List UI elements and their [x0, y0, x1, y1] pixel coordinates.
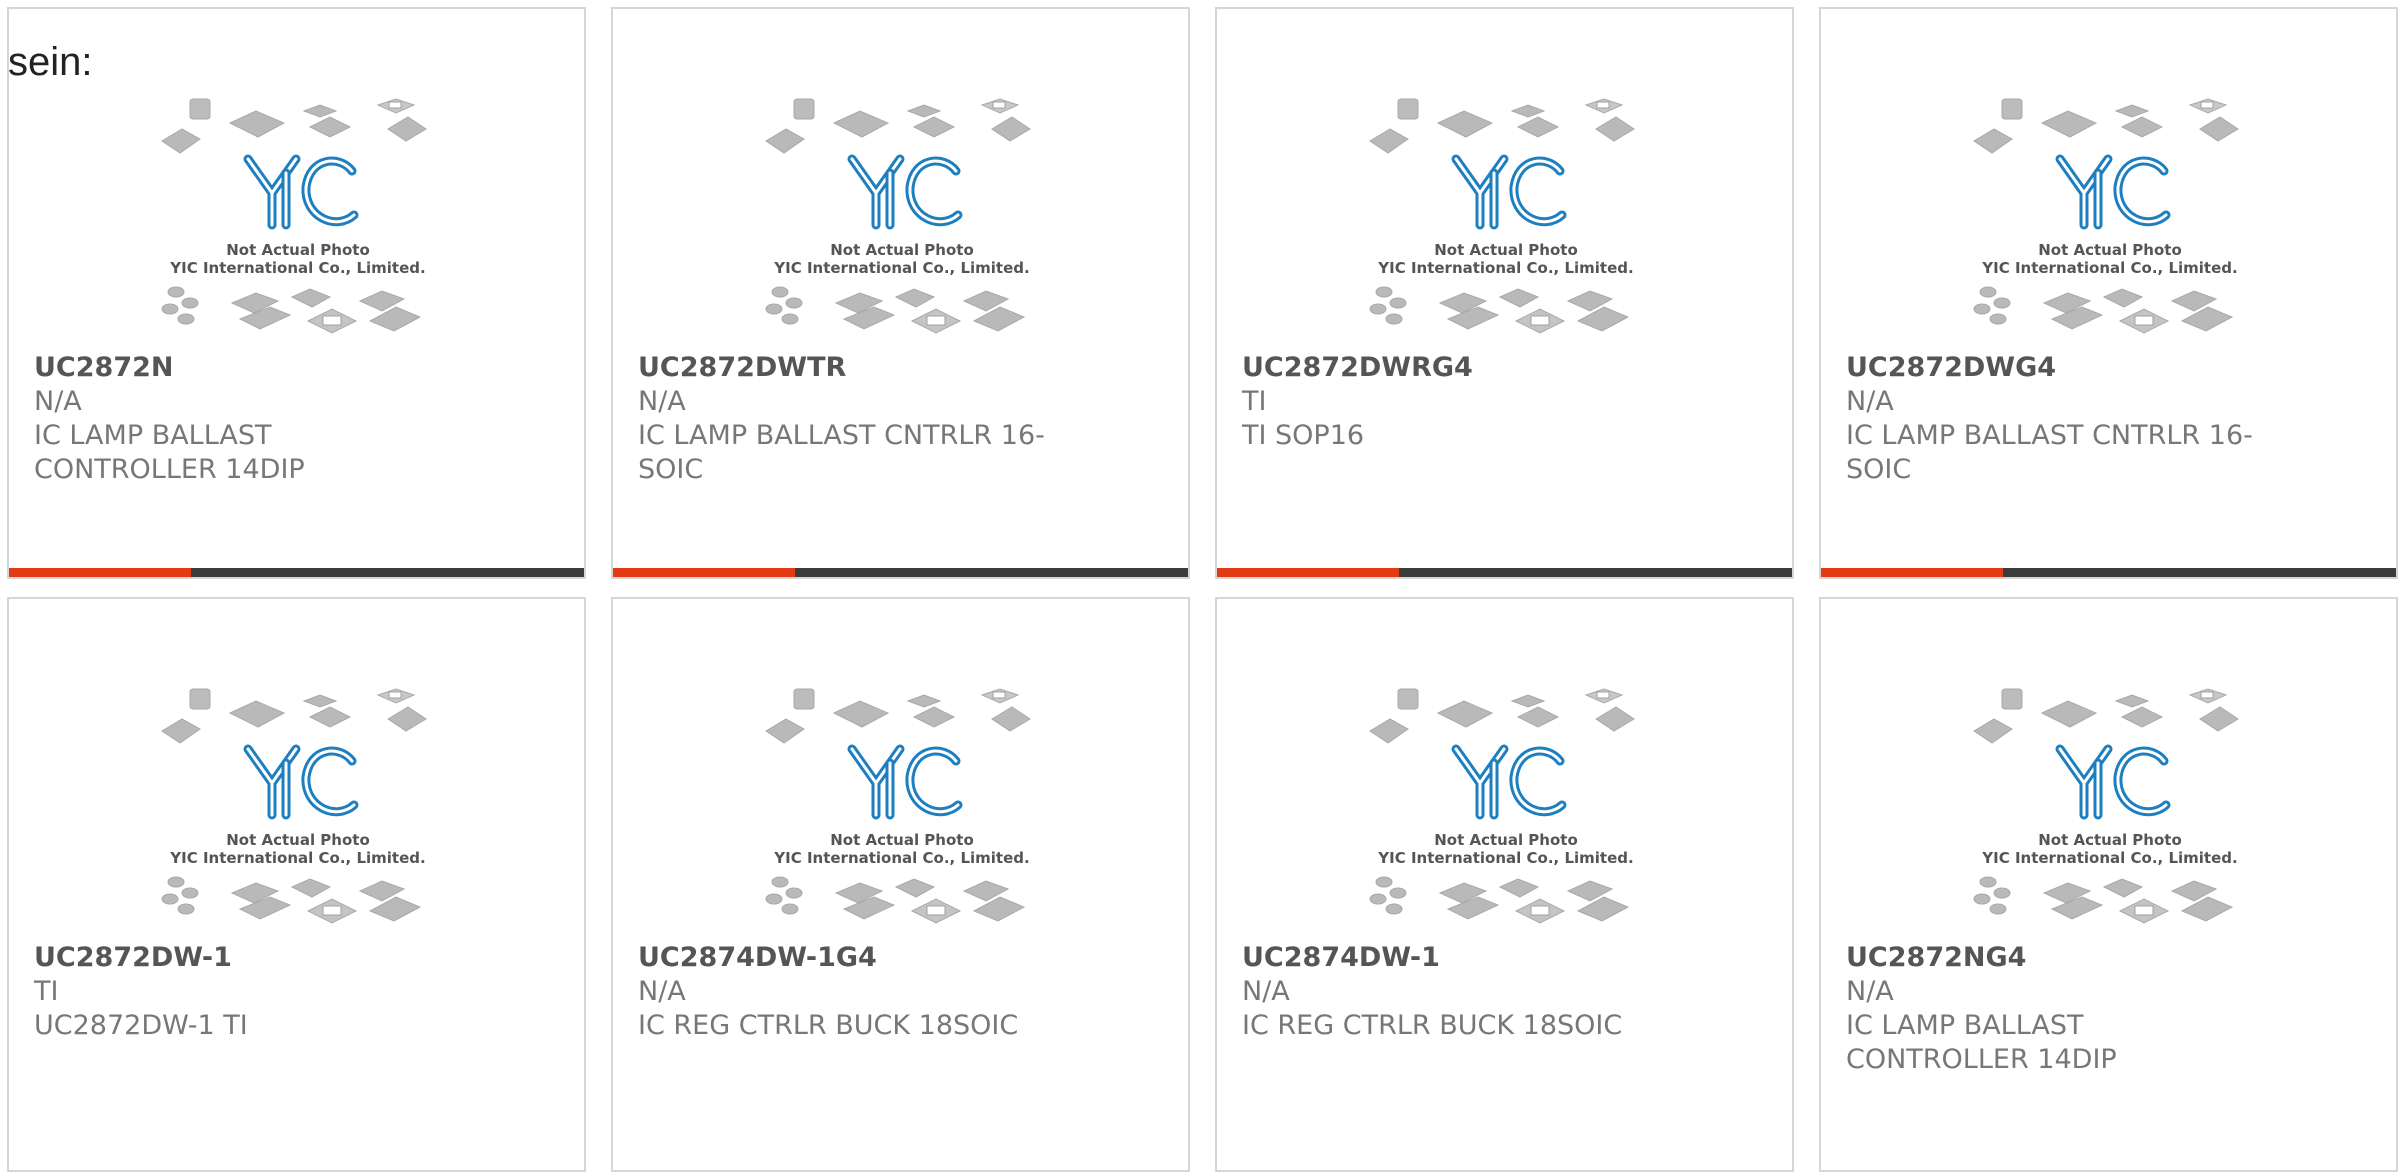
part-number[interactable]: UC2872DWG4: [1846, 351, 2371, 385]
product-card[interactable]: Not Actual Photo YIC International Co., …: [1215, 7, 1794, 579]
product-description: IC LAMP BALLAST CNTRLR 16-SOIC: [1846, 420, 2253, 485]
card-bottom-bar: [1217, 568, 1792, 577]
not-actual-photo-text: Not Actual Photo: [830, 241, 974, 259]
placeholder-company-text: YIC International Co., Limited.: [773, 259, 1029, 277]
card-bar-accent: [9, 568, 191, 577]
product-thumbnail: Not Actual Photo YIC International Co., …: [1972, 687, 2248, 943]
product-thumbnail: Not Actual Photo YIC International Co., …: [1368, 97, 1644, 353]
part-number[interactable]: UC2874DW-1: [1242, 941, 1767, 975]
product-thumbnail: Not Actual Photo YIC International Co., …: [764, 97, 1040, 353]
manufacturer: N/A: [638, 386, 686, 417]
card-bottom-bar: [1821, 568, 2396, 577]
product-card[interactable]: Not Actual Photo YIC International Co., …: [1215, 597, 1794, 1172]
part-number[interactable]: UC2872N: [34, 351, 559, 385]
part-number[interactable]: UC2872DWTR: [638, 351, 1163, 385]
intro-text: sein:: [8, 40, 93, 84]
not-actual-photo-text: Not Actual Photo: [2038, 241, 2182, 259]
placeholder-company-text: YIC International Co., Limited.: [1981, 259, 2237, 277]
placeholder-company-text: YIC International Co., Limited.: [773, 849, 1029, 867]
not-actual-photo-text: Not Actual Photo: [226, 241, 370, 259]
not-actual-photo-text: Not Actual Photo: [830, 831, 974, 849]
placeholder-company-text: YIC International Co., Limited.: [1377, 849, 1633, 867]
product-card[interactable]: Not Actual Photo YIC International Co., …: [611, 7, 1190, 579]
placeholder-company-text: YIC International Co., Limited.: [1981, 849, 2237, 867]
product-thumbnail: Not Actual Photo YIC International Co., …: [1368, 687, 1644, 943]
card-bar-accent: [1821, 568, 2003, 577]
product-card[interactable]: Not Actual Photo YIC International Co., …: [1819, 7, 2398, 579]
product-card[interactable]: Not Actual Photo YIC International Co., …: [611, 597, 1190, 1172]
not-actual-photo-text: Not Actual Photo: [2038, 831, 2182, 849]
manufacturer: N/A: [34, 386, 82, 417]
not-actual-photo-text: Not Actual Photo: [226, 831, 370, 849]
card-bar-accent: [1217, 568, 1399, 577]
manufacturer: N/A: [1846, 386, 1894, 417]
manufacturer: N/A: [638, 976, 686, 1007]
product-thumbnail: Not Actual Photo YIC International Co., …: [764, 687, 1040, 943]
product-description: IC LAMP BALLAST CONTROLLER 14DIP: [1846, 1010, 2117, 1075]
card-bottom-bar: [9, 568, 584, 577]
product-card[interactable]: Not Actual Photo YIC International Co., …: [1819, 597, 2398, 1172]
card-bottom-bar: [613, 568, 1188, 577]
product-thumbnail: Not Actual Photo YIC International Co., …: [1972, 97, 2248, 353]
product-description: IC REG CTRLR BUCK 18SOIC: [1242, 1010, 1623, 1041]
manufacturer: TI: [1242, 386, 1267, 417]
part-number[interactable]: UC2872DWRG4: [1242, 351, 1767, 385]
placeholder-company-text: YIC International Co., Limited.: [1377, 259, 1633, 277]
product-thumbnail: Not Actual Photo YIC International Co., …: [160, 97, 436, 353]
part-number[interactable]: UC2872NG4: [1846, 941, 2371, 975]
product-description: UC2872DW-1 TI: [34, 1010, 248, 1041]
not-actual-photo-text: Not Actual Photo: [1434, 831, 1578, 849]
part-number[interactable]: UC2874DW-1G4: [638, 941, 1163, 975]
manufacturer: TI: [34, 976, 59, 1007]
product-description: TI SOP16: [1242, 420, 1365, 451]
product-description: IC LAMP BALLAST CNTRLR 16-SOIC: [638, 420, 1045, 485]
product-thumbnail: Not Actual Photo YIC International Co., …: [160, 687, 436, 943]
product-card[interactable]: Not Actual Photo YIC International Co., …: [7, 7, 586, 579]
manufacturer: N/A: [1846, 976, 1894, 1007]
product-description: IC REG CTRLR BUCK 18SOIC: [638, 1010, 1019, 1041]
card-bar-accent: [613, 568, 795, 577]
product-description: IC LAMP BALLAST CONTROLLER 14DIP: [34, 420, 305, 485]
product-card[interactable]: Not Actual Photo YIC International Co., …: [7, 597, 586, 1172]
part-number[interactable]: UC2872DW-1: [34, 941, 559, 975]
placeholder-company-text: YIC International Co., Limited.: [169, 259, 425, 277]
not-actual-photo-text: Not Actual Photo: [1434, 241, 1578, 259]
manufacturer: N/A: [1242, 976, 1290, 1007]
placeholder-company-text: YIC International Co., Limited.: [169, 849, 425, 867]
